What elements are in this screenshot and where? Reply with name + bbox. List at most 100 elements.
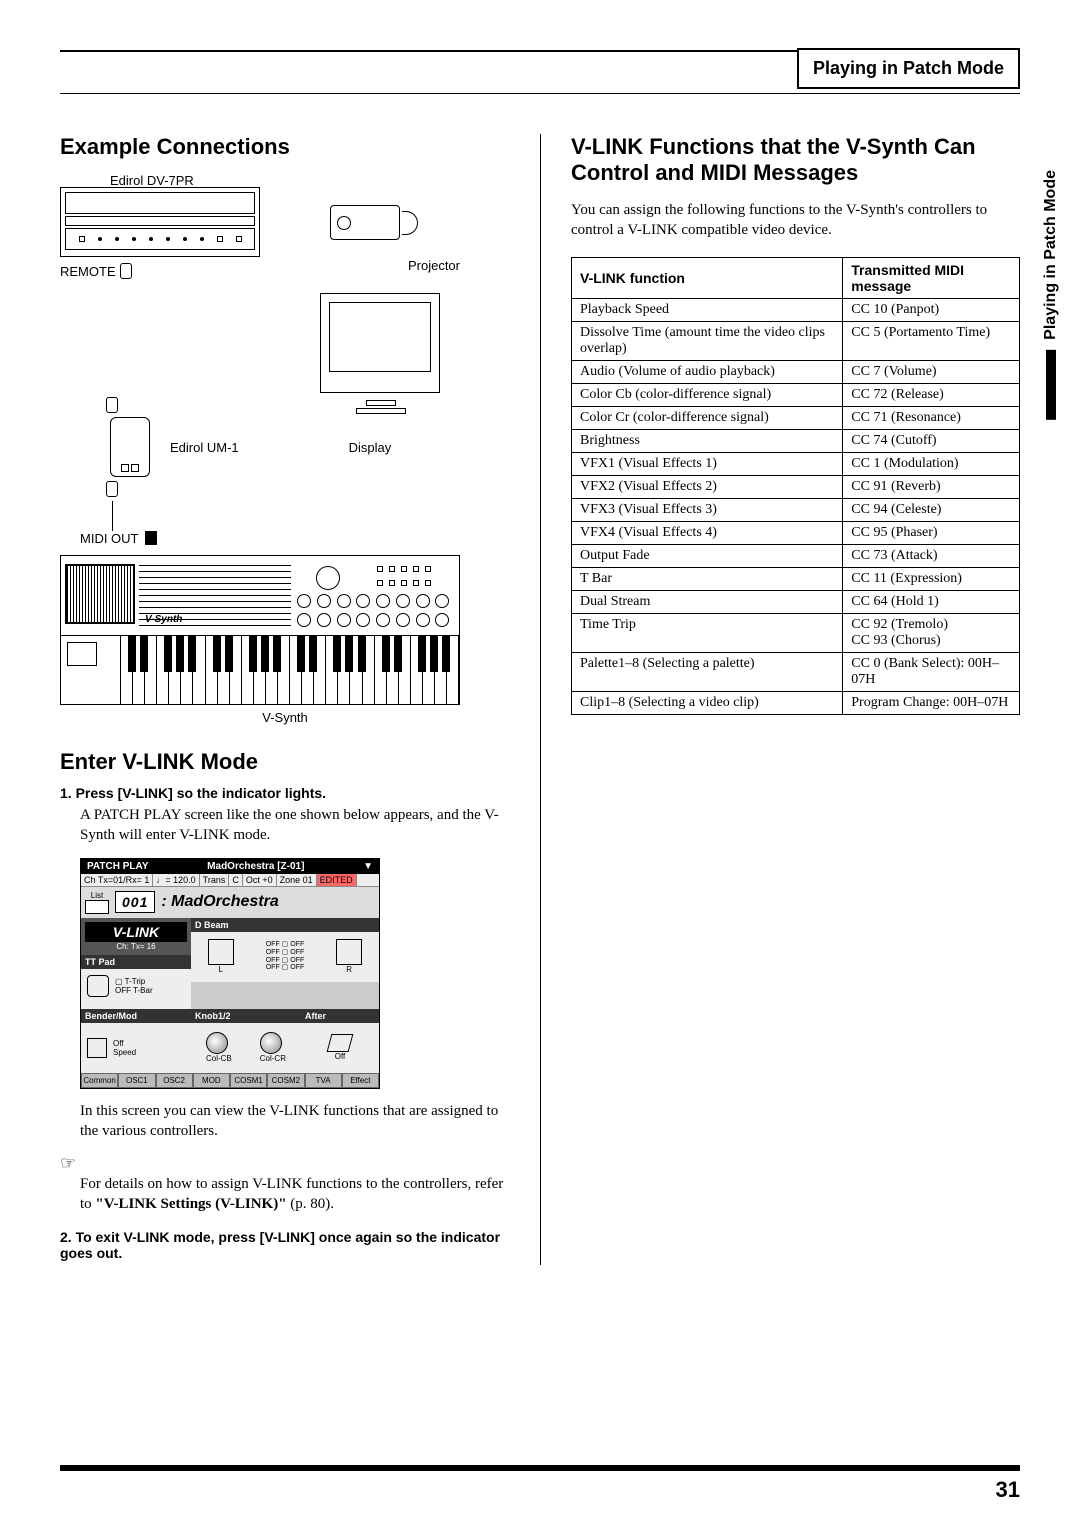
vlink-function-cell: Clip1–8 (Selecting a video clip) (572, 691, 843, 714)
device-display (320, 293, 440, 393)
ss-after-off: Off (335, 1052, 346, 1061)
ss-tab: Common (81, 1073, 118, 1088)
ss-oct: Oct +0 (243, 874, 277, 886)
ss-colcb: Col-CB (206, 1054, 232, 1063)
ss-off: Off (113, 1039, 136, 1048)
ss-patch-name: : MadOrchestra (161, 893, 278, 911)
device-projector (330, 205, 420, 240)
vlink-message-cell: CC 73 (Attack) (843, 544, 1020, 567)
ss-tab: OSC1 (118, 1073, 155, 1088)
port-midiout (145, 531, 157, 545)
ss-list: List (85, 891, 109, 900)
header-title: Playing in Patch Mode (797, 48, 1020, 89)
vlink-message-cell: CC 7 (Volume) (843, 360, 1020, 383)
ss-dbeam-l: L (219, 965, 223, 974)
ss-tab: TVA (305, 1073, 342, 1088)
ss-c: C (229, 874, 243, 886)
step-2-head: 2. To exit V-LINK mode, press [V-LINK] o… (60, 1229, 510, 1261)
vlink-function-cell: VFX4 (Visual Effects 4) (572, 521, 843, 544)
piano-key (121, 636, 133, 704)
port-um1-top (106, 397, 118, 413)
vlink-function-cell: Playback Speed (572, 298, 843, 321)
vlink-message-cell: CC 72 (Release) (843, 383, 1020, 406)
note-body-2: (p. 80). (287, 1196, 335, 1212)
table-row: Color Cb (color-difference signal)CC 72 … (572, 383, 1020, 406)
ss-dbeam: D Beam (195, 920, 229, 930)
side-tab-label: Playing in Patch Mode (1042, 170, 1060, 340)
ss-tab: MOD (193, 1073, 230, 1088)
ttpad-icon (87, 975, 109, 997)
vlink-function-cell: Audio (Volume of audio playback) (572, 360, 843, 383)
list-icon (85, 900, 109, 914)
ss-bender: Bender/Mod (85, 1011, 137, 1021)
ss-tempo: ♩= 120.0 (153, 874, 199, 886)
table-row: Playback SpeedCC 10 (Panpot) (572, 298, 1020, 321)
table-row: T BarCC 11 (Expression) (572, 567, 1020, 590)
dbeam-r-icon (336, 939, 362, 965)
piano-key (326, 636, 338, 704)
ss-tab: Effect (342, 1073, 379, 1088)
vlink-message-cell: CC 0 (Bank Select): 00H–07H (843, 652, 1020, 691)
vlink-message-cell: CC 74 (Cutoff) (843, 429, 1020, 452)
note-body: For details on how to assign V-LINK func… (80, 1174, 510, 1215)
heading-enter-vlink: Enter V-LINK Mode (60, 749, 510, 775)
vlink-function-cell: Dual Stream (572, 590, 843, 613)
knob1-icon (206, 1032, 228, 1054)
pointing-hand-icon: ☞ (60, 1153, 76, 1174)
ss-ttpad: TT Pad (85, 957, 115, 967)
label-midiout: MIDI OUT (80, 532, 139, 545)
vlink-message-cell: Program Change: 00H–07H (843, 691, 1020, 714)
vlink-function-cell: T Bar (572, 567, 843, 590)
ss-patch-no: 001 (115, 891, 155, 913)
ss-title-right: MadOrchestra [Z-01] (207, 861, 304, 872)
piano-key (206, 636, 218, 704)
ss-tab: COSM1 (230, 1073, 267, 1088)
vlink-intro: You can assign the following functions t… (571, 200, 1020, 241)
table-row: Dual StreamCC 64 (Hold 1) (572, 590, 1020, 613)
vsynth-screen (65, 564, 135, 624)
ss-ttrip: T-Trip (125, 977, 146, 986)
vlink-function-cell: VFX1 (Visual Effects 1) (572, 452, 843, 475)
dbeam-off-3b: OFF (290, 957, 304, 964)
vlink-function-cell: Output Fade (572, 544, 843, 567)
ss-tab: OSC2 (156, 1073, 193, 1088)
step-1-body: A PATCH PLAY screen like the one shown b… (80, 805, 510, 846)
vlink-function-cell: Time Trip (572, 613, 843, 652)
port-um1-bottom (106, 481, 118, 497)
vlink-th-function: V-LINK function (572, 257, 843, 298)
connection-diagram: Edirol DV-7PR (60, 174, 510, 724)
vlink-message-cell: CC 92 (Tremolo) CC 93 (Chorus) (843, 613, 1020, 652)
table-row: VFX1 (Visual Effects 1)CC 1 (Modulation) (572, 452, 1020, 475)
ss-vlink: V-LINK (85, 922, 187, 942)
heading-vlink-functions: V-LINK Functions that the V-Synth Can Co… (571, 134, 1020, 186)
dbeam-l-icon (208, 939, 234, 965)
page-number: 31 (996, 1477, 1020, 1502)
vlink-function-cell: VFX3 (Visual Effects 3) (572, 498, 843, 521)
right-column: V-LINK Functions that the V-Synth Can Co… (540, 134, 1020, 1265)
ss-speed: Speed (113, 1048, 136, 1057)
page-header: Playing in Patch Mode (60, 50, 1020, 94)
footer: 31 (60, 1465, 1020, 1503)
ss-knob: Knob1/2 (195, 1011, 231, 1021)
device-um1 (110, 417, 150, 477)
label-dv7pr: Edirol DV-7PR (110, 174, 510, 187)
knob2-icon (260, 1032, 282, 1054)
vlink-message-cell: CC 5 (Portamento Time) (843, 321, 1020, 360)
ss-tab: COSM2 (267, 1073, 304, 1088)
ss-zone: Zone 01 (277, 874, 317, 886)
ss-vlink-sub: Ch: Tx= 16 (85, 942, 187, 951)
piano-key (375, 636, 387, 704)
table-row: VFX4 (Visual Effects 4)CC 95 (Phaser) (572, 521, 1020, 544)
vlink-function-cell: Color Cr (color-difference signal) (572, 406, 843, 429)
vlink-message-cell: CC 91 (Reverb) (843, 475, 1020, 498)
table-row: Clip1–8 (Selecting a video clip)Program … (572, 691, 1020, 714)
vlink-message-cell: CC 10 (Panpot) (843, 298, 1020, 321)
vlink-message-cell: CC 94 (Celeste) (843, 498, 1020, 521)
vlink-table: V-LINK function Transmitted MIDI message… (571, 257, 1020, 715)
after-screenshot-text: In this screen you can view the V-LINK f… (80, 1101, 510, 1142)
piano-key (411, 636, 423, 704)
ss-title-left: PATCH PLAY (87, 861, 149, 872)
heading-example-connections: Example Connections (60, 134, 510, 160)
table-row: Color Cr (color-difference signal)CC 71 … (572, 406, 1020, 429)
after-icon (327, 1034, 354, 1052)
